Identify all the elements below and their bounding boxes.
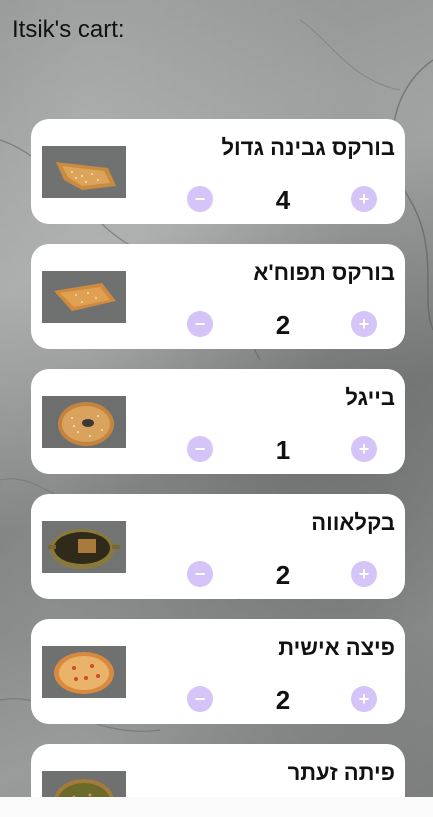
item-name: בקלאווה: [311, 510, 395, 535]
cart-item: בורקס תפוח'א − 2 +: [31, 244, 405, 349]
increase-quantity-button[interactable]: +: [351, 686, 377, 712]
personal-pizza-image: [42, 646, 126, 698]
cheese-borekas-image: [42, 146, 126, 198]
item-quantity: 2: [275, 560, 291, 590]
item-name: פיצה אישית: [278, 635, 395, 660]
increase-quantity-button[interactable]: +: [351, 561, 377, 587]
cart-item: בקלאווה − 2 +: [31, 494, 405, 599]
decrease-quantity-button[interactable]: −: [187, 561, 213, 587]
potato-borekas-image: [42, 271, 126, 323]
zaatar-pita-image: [42, 771, 126, 797]
increase-quantity-button[interactable]: +: [351, 186, 377, 212]
item-name: בורקס תפוח'א: [253, 260, 395, 285]
baklava-pan-image: [42, 521, 126, 573]
decrease-quantity-button[interactable]: −: [187, 436, 213, 462]
decrease-quantity-button[interactable]: −: [187, 311, 213, 337]
item-quantity: 1: [275, 435, 291, 465]
item-name: פיתה זעתר: [287, 760, 395, 785]
bagel-image: [42, 396, 126, 448]
item-name: בורקס גבינה גדול: [221, 135, 395, 160]
increase-quantity-button[interactable]: +: [351, 436, 377, 462]
decrease-quantity-button[interactable]: −: [187, 186, 213, 212]
cart-item: פיצה אישית − 2 +: [31, 619, 405, 724]
item-quantity: 2: [275, 685, 291, 715]
item-name: בייגל: [345, 385, 395, 410]
cart-item: פיתה זעתר: [31, 744, 405, 797]
item-quantity: 4: [275, 185, 291, 215]
increase-quantity-button[interactable]: +: [351, 311, 377, 337]
cart-item: בורקס גבינה גדול − 4 +: [31, 119, 405, 224]
bottom-bar: [0, 797, 433, 817]
decrease-quantity-button[interactable]: −: [187, 686, 213, 712]
cart-list[interactable]: בורקס גבינה גדול − 4 + בורקס תפוח'א − 2 …: [0, 0, 433, 797]
cart-item: בייגל − 1 +: [31, 369, 405, 474]
item-quantity: 2: [275, 310, 291, 340]
